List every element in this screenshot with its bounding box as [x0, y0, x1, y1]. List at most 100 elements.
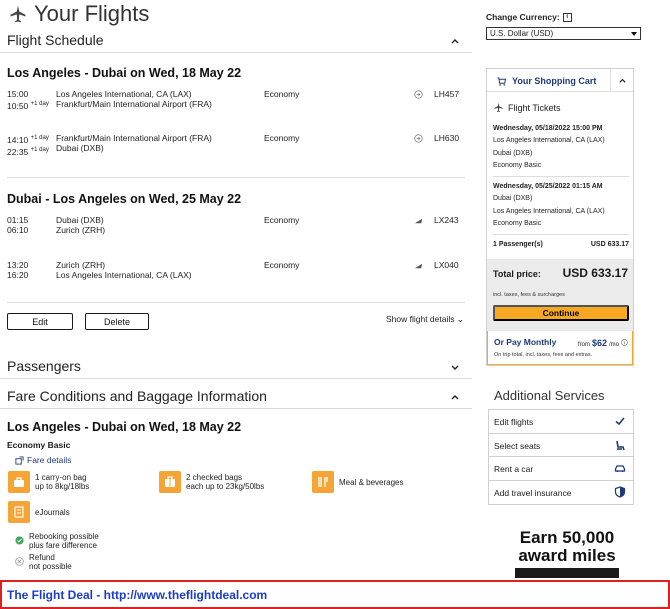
- total-price-label: Total price:: [493, 269, 541, 279]
- arr-airport: Zurich (ZRH): [56, 225, 106, 235]
- service-travel-insurance[interactable]: Add travel insurance: [489, 481, 633, 505]
- additional-services-list: Edit flights Select seats Rent a car Add…: [488, 409, 634, 505]
- divider: [493, 176, 629, 177]
- fare-details-label: Fare details: [27, 455, 72, 465]
- flight-number: LX243: [434, 215, 459, 225]
- pay-monthly-box[interactable]: Or Pay Monthly from $62 /mo On trip tota…: [487, 331, 633, 365]
- airline-logo-icon: [414, 263, 423, 269]
- check-icon: [15, 536, 24, 545]
- cabin-class: Economy: [264, 215, 300, 225]
- service-label: Rent a car: [494, 464, 534, 474]
- banner-text: The Flight Deal - http://www.theflightde…: [7, 588, 268, 602]
- dep-airport: Dubai (DXB): [56, 215, 104, 225]
- fare-route-title: Los Angeles - Dubai on Wed, 18 May 22: [7, 420, 242, 434]
- condition-rebooking: Rebooking possible plus fare difference: [15, 532, 99, 550]
- award-miles-promo[interactable]: Earn 50,000 award miles: [508, 529, 626, 581]
- checkmark-icon: [615, 417, 625, 426]
- flight-tickets-text: Flight Tickets: [508, 102, 561, 113]
- car-icon: [614, 465, 626, 473]
- delete-button[interactable]: Delete: [85, 313, 149, 330]
- currency-select[interactable]: U.S. Dollar (USD): [486, 27, 641, 40]
- arr-time: 16:20: [7, 270, 29, 280]
- airplane-icon: [494, 102, 503, 113]
- total-price-amount: USD 633.17: [562, 266, 628, 280]
- dep-time: 01:15: [7, 215, 29, 225]
- fare-details-link[interactable]: Fare details: [15, 455, 71, 465]
- passengers-header[interactable]: Passengers: [0, 353, 472, 379]
- chevron-down-icon[interactable]: [450, 362, 460, 372]
- cabin-class: Economy: [264, 89, 300, 99]
- itinerary-to: Los Angeles International, CA (LAX): [493, 207, 605, 215]
- airline-logo-icon: [414, 218, 423, 224]
- itinerary-from: Los Angeles International, CA (LAX): [493, 137, 605, 145]
- cart-collapse-button[interactable]: [610, 69, 633, 91]
- service-rent-car[interactable]: Rent a car: [489, 457, 633, 481]
- itinerary-fare: Economy Basic: [493, 219, 542, 227]
- shopping-cart-panel: Your Shopping Cart Flight Tickets Wednes…: [486, 68, 634, 366]
- divider: [493, 234, 629, 235]
- passenger-count: 1 Passenger(s): [493, 241, 543, 248]
- condition-line2: not possible: [29, 562, 72, 571]
- amenity-line1: 2 checked bags: [186, 473, 243, 482]
- continue-button[interactable]: Continue: [493, 305, 629, 321]
- chevron-up-icon[interactable]: [450, 36, 460, 46]
- total-price-note: incl. taxes, fees & surcharges: [493, 292, 565, 298]
- divider: [7, 302, 465, 303]
- currency-label: Change Currency: i: [486, 12, 572, 22]
- dep-time: 14:10: [7, 134, 29, 145]
- passengers-title: Passengers: [7, 358, 81, 374]
- outbound-route-title: Los Angeles - Dubai on Wed, 18 May 22: [7, 66, 242, 80]
- amenity-ejournals: eJournals: [8, 501, 70, 523]
- arr-airport: Frankfurt/Main International Airport (FR…: [56, 99, 212, 109]
- service-edit-flights[interactable]: Edit flights: [489, 410, 633, 434]
- leg-times: 13:20 16:20: [7, 260, 57, 280]
- pay-monthly-label: Or Pay Monthly: [494, 337, 557, 347]
- currency-label-text: Change Currency:: [486, 12, 560, 22]
- airline-logo-icon: [414, 134, 423, 143]
- condition-refund: Refund not possible: [15, 553, 72, 571]
- meal-icon: [312, 471, 334, 493]
- leg-airports: Zurich (ZRH) Los Angeles International, …: [56, 260, 256, 280]
- fare-conditions-header[interactable]: Fare Conditions and Baggage Information: [0, 383, 472, 409]
- ejournals-icon: [8, 501, 30, 523]
- day-offset: +1 day: [30, 146, 49, 153]
- amenity-line2: each up to 23kg/50lbs: [186, 482, 265, 491]
- condition-line2: plus fare difference: [29, 541, 97, 550]
- leg-times: 01:15 06:10: [7, 215, 57, 235]
- cabin-class: Economy: [264, 133, 300, 143]
- arr-airport: Dubai (DXB): [56, 143, 104, 153]
- passenger-price: USD 633.17: [590, 241, 629, 248]
- external-link-icon: [15, 455, 24, 465]
- service-select-seats[interactable]: Select seats: [489, 434, 633, 457]
- airplane-icon: [10, 5, 26, 23]
- edit-button[interactable]: Edit: [7, 313, 73, 330]
- info-icon[interactable]: i: [562, 12, 572, 22]
- chevron-up-icon: [618, 78, 626, 83]
- itinerary-fare: Economy Basic: [493, 161, 542, 169]
- show-flight-details-link[interactable]: Show flight details ⌄: [386, 314, 464, 325]
- amenity-line1: eJournals: [35, 507, 70, 517]
- leg-times: 14:10 +1 day 22:35 +1 day: [7, 133, 57, 157]
- flight-schedule-title: Flight Schedule: [7, 32, 104, 48]
- chevron-up-icon[interactable]: [450, 392, 460, 402]
- amenity-line1: Meal & beverages: [339, 477, 404, 487]
- dep-airport: Frankfurt/Main International Airport (FR…: [56, 133, 212, 143]
- divider: [7, 177, 465, 178]
- arr-time: 10:50: [7, 100, 29, 111]
- cart-icon: [497, 76, 506, 86]
- cabin-class: Economy: [264, 260, 300, 270]
- flight-number: LH457: [434, 89, 460, 99]
- info-icon[interactable]: [621, 339, 628, 346]
- pay-monthly-from: from: [577, 342, 590, 348]
- cart-title-text: Your Shopping Cart: [512, 76, 597, 86]
- day-offset: +1 day: [30, 101, 49, 107]
- promo-line1: Earn 50,000: [519, 528, 615, 547]
- flight-number: LX040: [434, 260, 459, 270]
- passenger-summary: 1 Passenger(s) USD 633.17: [493, 241, 629, 248]
- dep-airport: Los Angeles International, CA (LAX): [56, 89, 192, 99]
- flight-schedule-header[interactable]: Flight Schedule: [0, 27, 472, 53]
- amenity-line1: 1 carry-on bag: [35, 473, 87, 482]
- total-price-box: Total price: USD 633.17 incl. taxes, fee…: [487, 259, 633, 331]
- promo-card-image: [515, 568, 619, 578]
- flight-number: LH630: [434, 133, 460, 143]
